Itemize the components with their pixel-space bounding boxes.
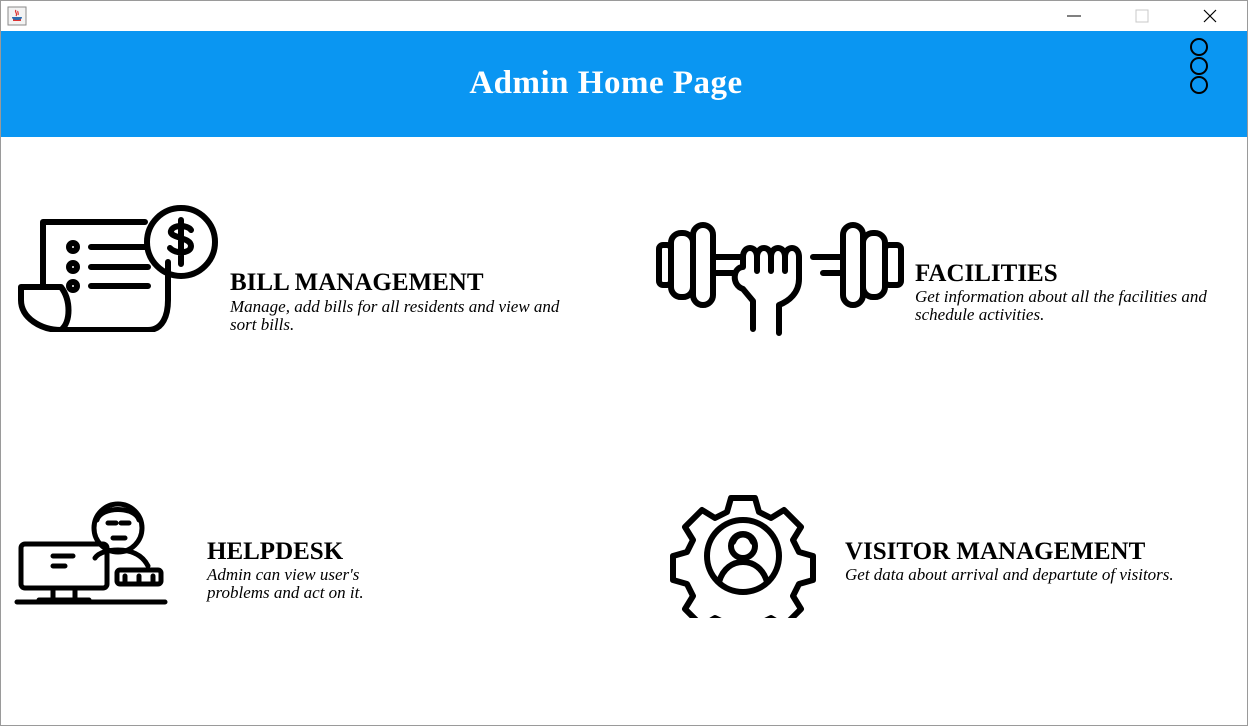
app-window: Admin Home Page BILL MANAGEMENT Manage, … xyxy=(0,0,1248,726)
minimize-icon xyxy=(1067,15,1081,17)
helpdesk-card[interactable]: HELPDESK Admin can view user's problems … xyxy=(1,492,601,652)
helpdesk-description: Admin can view user's problems and act o… xyxy=(207,565,364,602)
visitor-management-title: VISITOR MANAGEMENT xyxy=(845,538,1146,565)
maximize-icon xyxy=(1135,9,1149,23)
dumbbell-fist-icon xyxy=(653,217,913,342)
page-title: Admin Home Page xyxy=(469,65,743,101)
bill-management-card[interactable]: BILL MANAGEMENT Manage, add bills for al… xyxy=(1,192,601,352)
minimize-button[interactable] xyxy=(1051,1,1097,31)
title-bar[interactable] xyxy=(1,1,1247,31)
helpdesk-computer-icon xyxy=(13,498,173,613)
close-button[interactable] xyxy=(1187,1,1233,31)
facilities-title: FACILITIES xyxy=(915,260,1058,287)
bill-dollar-icon xyxy=(13,202,233,337)
helpdesk-title: HELPDESK xyxy=(207,538,344,565)
bill-management-title: BILL MANAGEMENT xyxy=(230,269,484,296)
facilities-card[interactable]: FACILITIES Get information about all the… xyxy=(641,207,1241,367)
close-icon xyxy=(1203,9,1217,23)
gear-person-icon xyxy=(663,494,823,641)
facilities-description: Get information about all the facilities… xyxy=(915,287,1207,324)
java-app-icon xyxy=(7,6,27,26)
bill-management-description: Manage, add bills for all residents and … xyxy=(230,297,560,334)
maximize-button[interactable] xyxy=(1119,1,1165,31)
visitor-management-description: Get data about arrival and departute of … xyxy=(845,565,1174,584)
three-circles-menu-icon[interactable] xyxy=(1184,37,1214,97)
module-grid: BILL MANAGEMENT Manage, add bills for al… xyxy=(1,137,1247,725)
header-bar: Admin Home Page xyxy=(1,31,1247,137)
visitor-management-card[interactable]: VISITOR MANAGEMENT Get data about arriva… xyxy=(641,492,1247,652)
